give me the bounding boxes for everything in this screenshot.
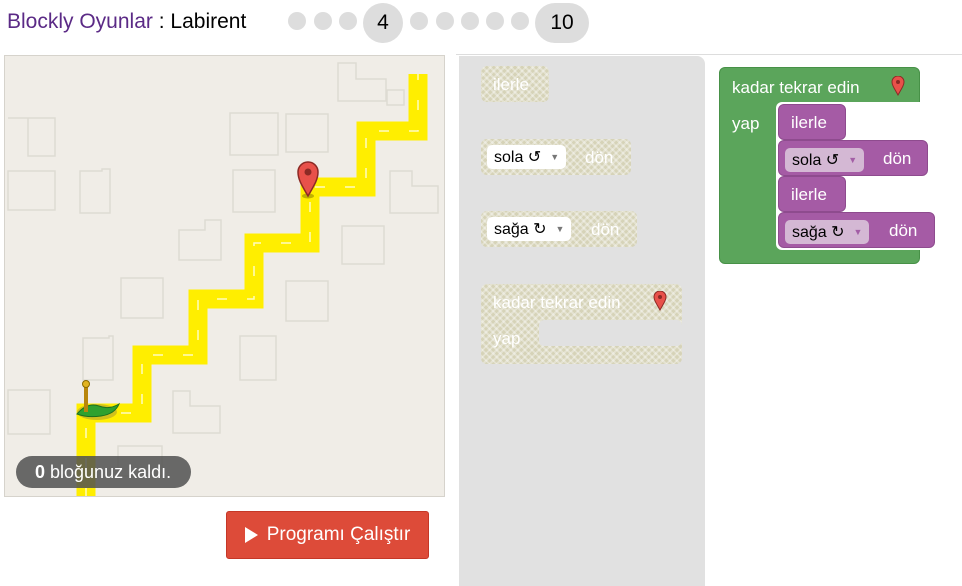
header: Blockly Oyunlar : Labirent 4 10 [0,0,962,46]
workspace-turn-right-suffix: dön [889,221,918,240]
workspace-turn-left-suffix: dön [883,149,912,168]
workspace-turn-right-dropdown[interactable]: sağa ↻ ▼ [785,220,870,244]
blocks-remaining-text: bloğunuz kaldı. [45,462,172,482]
level-5-dot[interactable] [410,12,428,30]
toolbox-repeat-block[interactable]: kadar tekrar edin yap [481,284,682,364]
level-current-badge: 4 [363,3,403,43]
app-name-link[interactable]: Blockly Oyunlar [7,10,153,33]
workspace-move-forward-block-2[interactable]: ilerle [778,176,846,212]
turn-left-dropdown[interactable]: sola ↺ ▼ [487,145,567,169]
workspace-move-forward-label: ilerle [791,113,827,132]
level-6-dot[interactable] [436,12,454,30]
move-forward-label: ilerle [493,75,529,94]
pegman-marker [76,380,121,420]
workspace-repeat-do-label: yap [732,114,760,133]
level-8-dot[interactable] [486,12,504,30]
toolbox-move-forward-block[interactable]: ilerle [481,66,549,102]
level-7-dot[interactable] [461,12,479,30]
turn-left-suffix: dön [585,148,614,167]
header-divider [456,54,962,55]
maze-path [76,74,428,496]
repeat-statement-slot [539,320,682,346]
turn-right-suffix: dön [591,220,620,239]
maze-map [7,62,439,496]
run-program-label: Programı Çalıştır [266,524,411,545]
level-9-dot[interactable] [511,12,529,30]
toolbox-turn-right-block[interactable]: sağa ↻ ▼ dön [481,211,637,247]
toolbox-flyout: ilerle sola ↺ ▼ dön sağa ↻ ▼ dön kadar tek… [459,56,705,586]
play-icon [244,527,258,543]
title-separator: : [152,10,171,33]
level-last-badge[interactable]: 10 [535,3,589,43]
workspace-turn-right-block[interactable]: sağa ↻ ▼ dön [778,212,935,248]
level-3-dot[interactable] [339,12,357,30]
turn-right-dropdown[interactable]: sağa ↻ ▼ [487,217,572,241]
repeat-do-label: yap [493,329,521,348]
game-name: Labirent [170,10,247,33]
blocks-remaining-bubble: 0 bloğunuz kaldı. [16,456,192,488]
page-title: Blockly Oyunlar : Labirent [7,10,246,34]
repeat-label: kadar tekrar edin [493,293,621,312]
run-program-button[interactable]: Programı Çalıştır [226,511,429,559]
workspace-move-forward-block[interactable]: ilerle [778,104,846,140]
blocks-remaining-count: 0 [35,462,46,482]
map-pin-icon [653,291,667,311]
level-2-dot[interactable] [314,12,332,30]
maze-area: 0 bloğunuz kaldı. [4,55,445,497]
workspace-turn-left-dropdown[interactable]: sola ↺ ▼ [785,148,865,172]
toolbox-turn-left-block[interactable]: sola ↺ ▼ dön [481,139,631,175]
map-pin-icon [891,76,905,96]
workspace-repeat-label: kadar tekrar edin [732,78,860,97]
workspace-turn-left-block[interactable]: sola ↺ ▼ dön [778,140,928,176]
workspace-move-forward-label-2: ilerle [791,185,827,204]
level-1-dot[interactable] [288,12,306,30]
